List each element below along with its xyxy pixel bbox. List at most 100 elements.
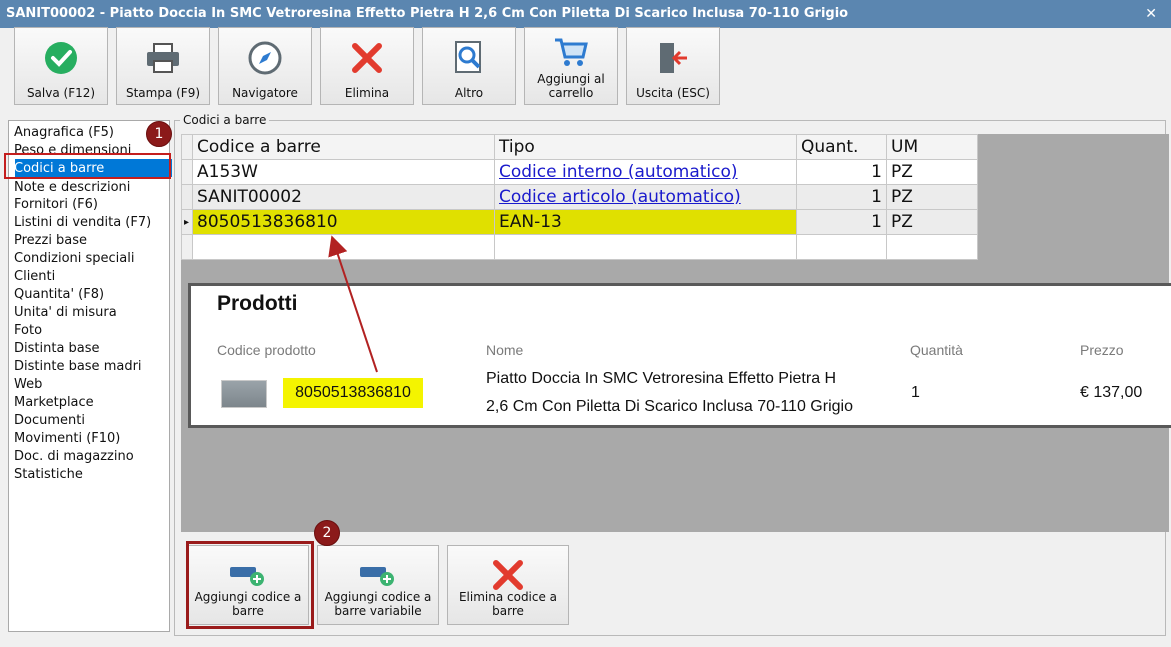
cell-um[interactable]: PZ	[886, 159, 978, 185]
red-x-icon	[321, 38, 413, 78]
add-variable-barcode-icon	[318, 558, 438, 592]
type-link[interactable]: Codice articolo (automatico)	[499, 187, 741, 207]
header-product-code: Codice prodotto	[217, 342, 316, 358]
sidebar-item-distinta-base[interactable]: Distinta base	[14, 340, 100, 358]
sidebar: Anagrafica (F5) Peso e dimensioni Codici…	[8, 120, 172, 632]
row-header-corner	[181, 134, 193, 160]
col-header-um[interactable]: UM	[886, 134, 978, 160]
sidebar-item-quantita[interactable]: Quantita' (F8)	[14, 286, 104, 304]
row-header[interactable]	[181, 184, 193, 210]
sidebar-item-movimenti[interactable]: Movimenti (F10)	[14, 430, 120, 448]
add-variable-barcode-label: Aggiungi codice a barre variabile	[318, 590, 438, 618]
sidebar-item-anagrafica[interactable]: Anagrafica (F5)	[14, 124, 114, 142]
product-name-line1: Piatto Doccia In SMC Vetroresina Effetto…	[486, 370, 837, 387]
add-variable-label-line2: barre variabile	[334, 604, 422, 618]
current-row-marker[interactable]: ▸	[181, 209, 193, 235]
barcode-grid: Codice a barre Tipo Quant. UM A153W Codi…	[181, 134, 978, 260]
add-variable-barcode-button[interactable]: Aggiungi codice a barre variabile	[317, 545, 439, 625]
cell-um-empty[interactable]	[886, 234, 978, 260]
barcode-actions-bar: Aggiungi codice a barre Aggiungi codice a…	[181, 537, 1169, 629]
sidebar-item-prezzi-base[interactable]: Prezzi base	[14, 232, 87, 250]
check-icon	[15, 38, 107, 78]
grid-header-row: Codice a barre Tipo Quant. UM	[181, 134, 978, 160]
sidebar-item-distinte-base-madri[interactable]: Distinte base madri	[14, 358, 142, 376]
add-barcode-annotation	[186, 541, 314, 629]
step-badge-1: 1	[146, 121, 172, 147]
printer-icon	[117, 38, 209, 78]
sidebar-item-web[interactable]: Web	[14, 376, 42, 394]
table-row[interactable]: A153W Codice interno (automatico) 1 PZ	[181, 159, 978, 185]
delete-barcode-label: Elimina codice a barre	[448, 590, 568, 618]
cell-type[interactable]: Codice interno (automatico)	[494, 159, 797, 185]
close-icon[interactable]: ✕	[1145, 0, 1157, 28]
cell-code-empty[interactable]	[192, 234, 495, 260]
delete-barcode-label-line2: barre	[492, 604, 524, 618]
other-button[interactable]: Altro	[422, 27, 516, 105]
barcode-group-title: Codici a barre	[180, 113, 270, 127]
sidebar-item-marketplace[interactable]: Marketplace	[14, 394, 94, 412]
print-button[interactable]: Stampa (F9)	[116, 27, 210, 105]
compass-icon	[219, 38, 311, 78]
header-quantity: Quantità	[910, 342, 963, 358]
cell-qty[interactable]: 1	[796, 209, 887, 235]
cell-code[interactable]: 8050513836810	[192, 209, 495, 235]
row-header[interactable]	[181, 234, 193, 260]
product-quantity: 1	[911, 384, 920, 401]
save-button[interactable]: Salva (F12)	[14, 27, 108, 105]
cell-type[interactable]: Codice articolo (automatico)	[494, 184, 797, 210]
delete-button[interactable]: Elimina	[320, 27, 414, 105]
sidebar-item-fornitori[interactable]: Fornitori (F6)	[14, 196, 98, 214]
red-x-icon	[448, 558, 568, 592]
cell-um[interactable]: PZ	[886, 209, 978, 235]
row-header[interactable]	[181, 159, 193, 185]
table-row-new[interactable]	[181, 234, 978, 260]
cell-qty[interactable]: 1	[796, 184, 887, 210]
cell-code[interactable]: A153W	[192, 159, 495, 185]
table-row-selected[interactable]: ▸ 8050513836810 EAN-13 1 PZ	[181, 209, 978, 235]
window-title: SANIT00002 - Piatto Doccia In SMC Vetror…	[6, 6, 849, 21]
products-panel: Prodotti Codice prodotto Nome Quantità P…	[188, 283, 1171, 428]
delete-barcode-button[interactable]: Elimina codice a barre	[447, 545, 569, 625]
add-to-cart-button[interactable]: Aggiungi al carrello	[524, 27, 618, 105]
table-row[interactable]: SANIT00002 Codice articolo (automatico) …	[181, 184, 978, 210]
print-label: Stampa (F9)	[125, 86, 201, 100]
cell-code[interactable]: SANIT00002	[192, 184, 495, 210]
exit-button[interactable]: Uscita (ESC)	[626, 27, 720, 105]
other-label: Altro	[454, 86, 484, 100]
save-label: Salva (F12)	[26, 86, 96, 100]
header-price: Prezzo	[1080, 342, 1124, 358]
sidebar-item-documenti[interactable]: Documenti	[14, 412, 85, 430]
exit-label: Uscita (ESC)	[636, 86, 710, 100]
product-price: € 137,00	[1080, 384, 1143, 401]
cell-type[interactable]: EAN-13	[494, 209, 797, 235]
col-header-qty[interactable]: Quant.	[796, 134, 887, 160]
delete-barcode-label-line1: Elimina codice a	[458, 590, 558, 604]
sidebar-item-condizioni-speciali[interactable]: Condizioni speciali	[14, 250, 134, 268]
type-link[interactable]: Codice interno (automatico)	[499, 162, 738, 182]
cell-um[interactable]: PZ	[886, 184, 978, 210]
cell-qty-empty[interactable]	[796, 234, 887, 260]
sidebar-item-doc-magazzino[interactable]: Doc. di magazzino	[14, 448, 134, 466]
col-header-type[interactable]: Tipo	[494, 134, 797, 160]
sidebar-item-foto[interactable]: Foto	[14, 322, 42, 340]
navigator-label: Navigatore	[232, 86, 298, 100]
products-title: Prodotti	[217, 292, 298, 315]
sidebar-item-unita-misura[interactable]: Unita' di misura	[14, 304, 117, 322]
add-to-cart-label: Aggiungi al carrello	[525, 72, 617, 100]
sidebar-item-note-descrizioni[interactable]: Note e descrizioni	[14, 181, 130, 196]
navigator-button[interactable]: Navigatore	[218, 27, 312, 105]
toolbar: Salva (F12) Stampa (F9) Navigatore Elimi…	[14, 27, 734, 107]
add-to-cart-label-line1: Aggiungi al	[537, 72, 605, 86]
cell-qty[interactable]: 1	[796, 159, 887, 185]
window-title-bar: SANIT00002 - Piatto Doccia In SMC Vetror…	[0, 0, 1171, 28]
cell-type-empty[interactable]	[494, 234, 797, 260]
exit-door-icon	[627, 38, 719, 78]
col-header-code[interactable]: Codice a barre	[192, 134, 495, 160]
sidebar-item-clienti[interactable]: Clienti	[14, 268, 55, 286]
sidebar-item-statistiche[interactable]: Statistiche	[14, 466, 83, 484]
sidebar-selection-annotation	[4, 153, 171, 179]
step-badge-2: 2	[314, 520, 340, 546]
add-variable-label-line1: Aggiungi codice a	[324, 590, 432, 604]
product-thumbnail	[221, 380, 267, 408]
sidebar-item-listini-vendita[interactable]: Listini di vendita (F7)	[14, 214, 151, 232]
